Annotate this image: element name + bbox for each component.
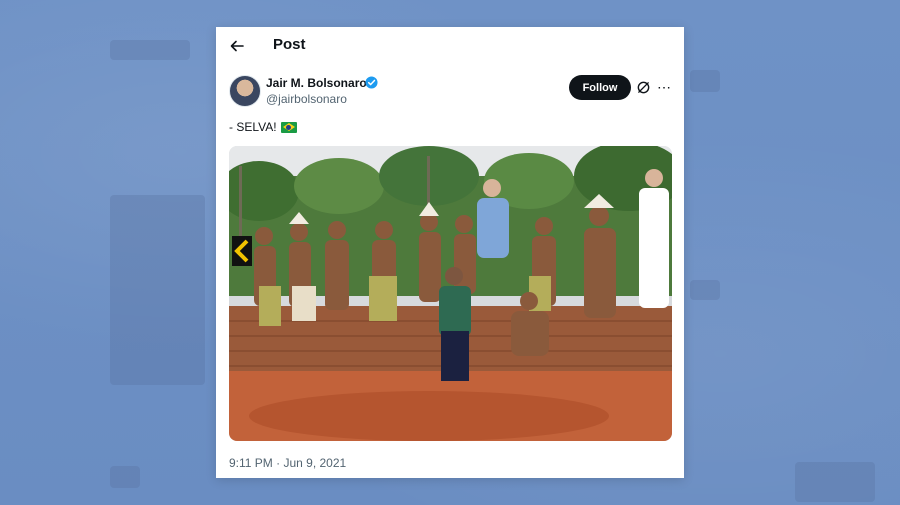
- page-title: Post: [273, 36, 306, 53]
- author-name[interactable]: Jair M. Bolsonaro: [266, 76, 367, 90]
- background-ghost-block: [690, 280, 720, 300]
- post-card: Post Jair M. Bolsonaro @jairbolsonaro Fo…: [216, 27, 684, 478]
- more-options-icon[interactable]: ⋯: [657, 79, 671, 96]
- tweet-photo[interactable]: [229, 146, 672, 441]
- follow-button[interactable]: Follow: [569, 75, 631, 100]
- group-photo-illustration: [229, 146, 672, 441]
- verified-badge-icon: [365, 76, 378, 89]
- brazil-flag-icon: [280, 121, 297, 133]
- background-ghost-block: [690, 70, 720, 92]
- avatar[interactable]: [229, 75, 261, 107]
- tweet-text: - SELVA!: [229, 120, 297, 134]
- author-handle[interactable]: @jairbolsonaro: [266, 92, 347, 106]
- back-arrow-icon[interactable]: [229, 38, 245, 54]
- grok-icon[interactable]: [636, 80, 651, 95]
- background-ghost-block: [795, 462, 875, 502]
- post-timestamp[interactable]: 9:11 PM · Jun 9, 2021: [229, 456, 346, 470]
- background-ghost-block: [110, 195, 205, 385]
- background-ghost-block: [110, 40, 190, 60]
- tweet-body: - SELVA!: [229, 120, 277, 134]
- post-header: Post: [216, 27, 684, 65]
- background-ghost-block: [110, 466, 140, 488]
